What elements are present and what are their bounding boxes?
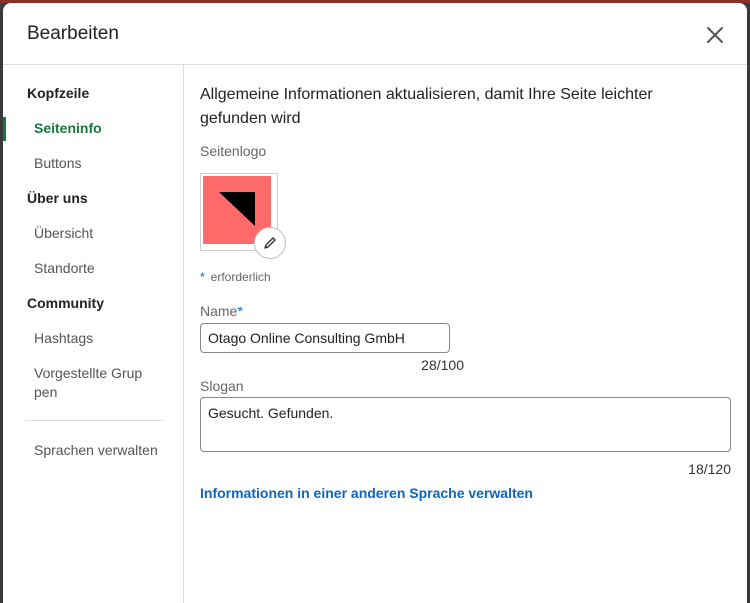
slogan-input[interactable]: Gesucht. Gefunden. — [200, 397, 731, 452]
nav-item-standorte[interactable]: Standorte — [3, 251, 183, 286]
nav-item-sprachen-verwalten[interactable]: Sprachen verwalten — [3, 433, 183, 468]
edit-dialog: Bearbeiten Kopfzeile Seiteninfo Buttons … — [3, 3, 747, 603]
slogan-label: Slogan — [200, 378, 244, 394]
close-icon — [707, 27, 723, 43]
dialog-header: Bearbeiten — [3, 3, 747, 65]
main-content: Allgemeine Informationen aktualisieren, … — [200, 65, 732, 501]
nav-item-seiteninfo[interactable]: Seiteninfo — [3, 111, 183, 146]
nav-section-ueber-uns: Über uns — [27, 190, 88, 206]
logo-label: Seitenlogo — [200, 143, 267, 159]
name-required-star: * — [237, 303, 243, 319]
nav-item-buttons[interactable]: Buttons — [3, 146, 183, 181]
nav-section-community: Community — [27, 295, 104, 311]
nav-divider — [25, 420, 163, 421]
edit-logo-button[interactable] — [254, 227, 286, 259]
close-button[interactable] — [701, 21, 729, 49]
sidebar-nav: Kopfzeile Seiteninfo Buttons Über uns Üb… — [3, 65, 184, 603]
nav-item-hashtags[interactable]: Hashtags — [3, 321, 183, 356]
slogan-char-count: 18/120 — [688, 461, 731, 477]
required-text: erforderlich — [210, 270, 271, 284]
pencil-icon — [264, 237, 276, 249]
intro-text: Allgemeine Informationen aktualisieren, … — [200, 86, 653, 127]
name-input[interactable] — [200, 323, 450, 353]
required-note: * erforderlich — [200, 270, 271, 284]
dialog-title: Bearbeiten — [27, 23, 119, 44]
nav-item-vorgestellte-gruppen[interactable]: Vorgestellte Gruppen — [3, 356, 152, 410]
nav-item-uebersicht[interactable]: Übersicht — [3, 216, 183, 251]
name-char-count: 28/100 — [421, 357, 464, 373]
nav-section-kopfzeile: Kopfzeile — [27, 85, 90, 101]
required-star: * — [200, 270, 205, 284]
manage-language-link[interactable]: Informationen in einer anderen Sprache v… — [200, 485, 533, 501]
name-label-text: Name — [200, 303, 238, 319]
name-label: Name* — [200, 303, 243, 319]
